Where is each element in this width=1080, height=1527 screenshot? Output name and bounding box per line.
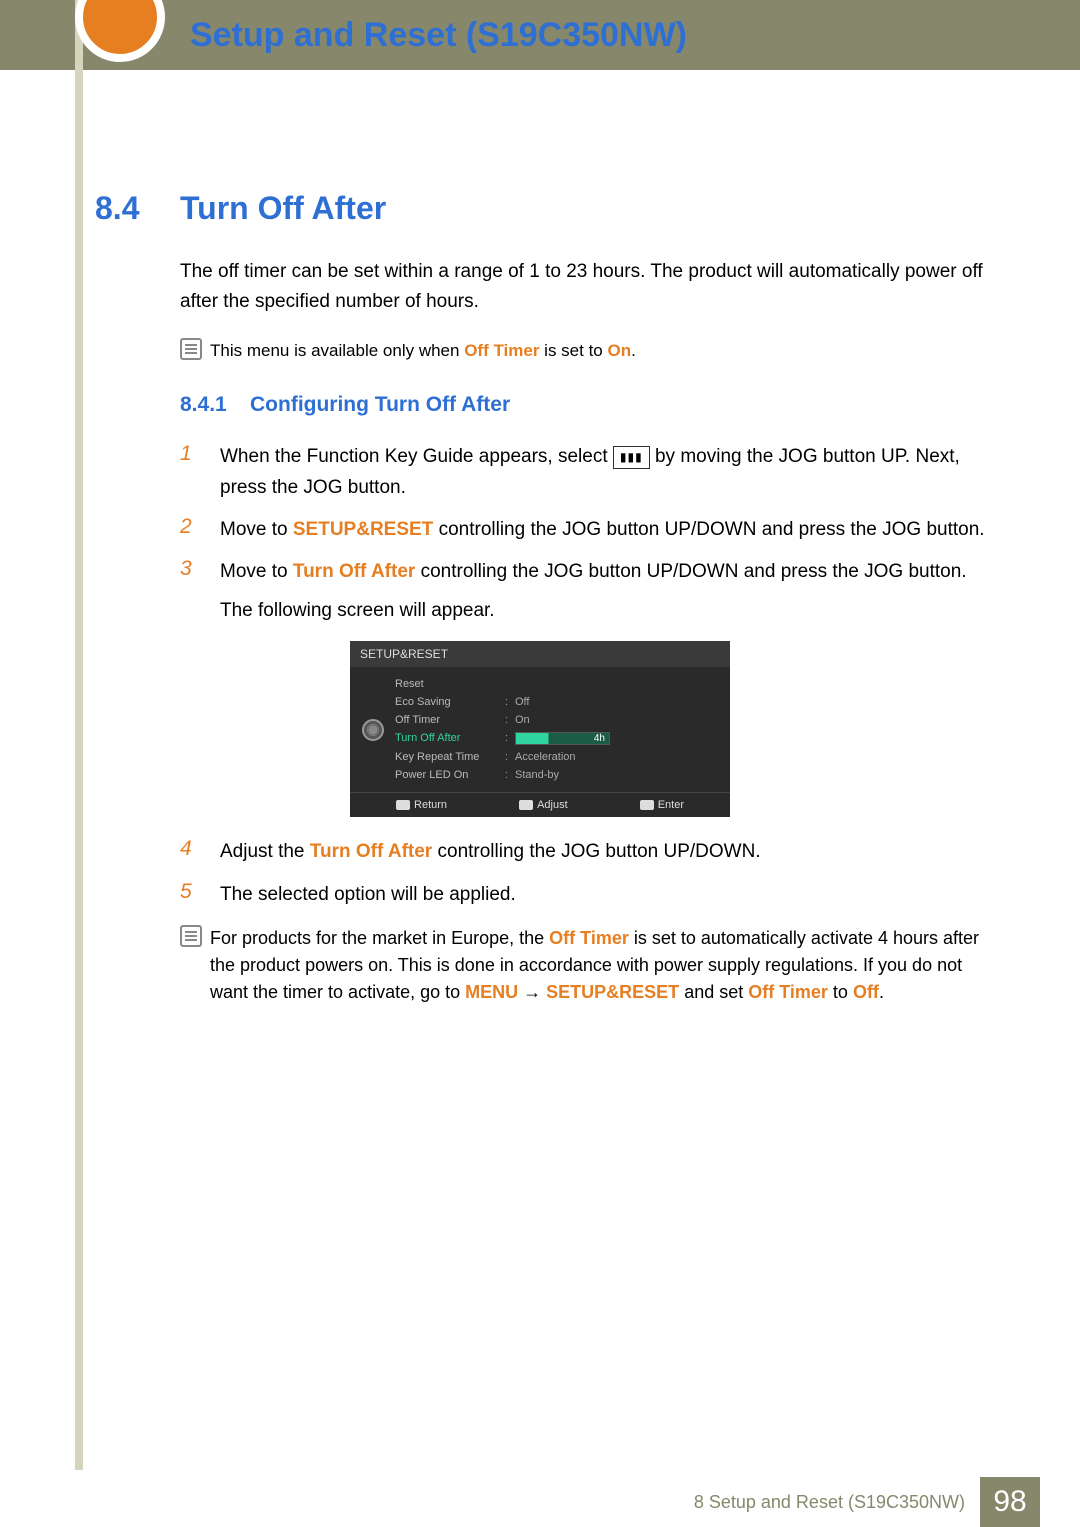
step-text: Adjust the Turn Off After controlling th… bbox=[220, 837, 761, 867]
osd-row-offtimer: Off Timer : On bbox=[395, 711, 730, 729]
osd-footer: Return Adjust Enter bbox=[350, 792, 730, 817]
footer-page-number: 98 bbox=[980, 1477, 1040, 1527]
top-bar: Setup and Reset (S19C350NW) bbox=[0, 0, 1080, 70]
note-text: For products for the market in Europe, t… bbox=[210, 925, 985, 1006]
section-heading: 8.4 Turn Off After bbox=[95, 190, 985, 227]
chapter-circle-icon bbox=[75, 0, 165, 62]
step-number: 1 bbox=[180, 442, 220, 466]
osd-items: Reset Eco Saving : Off Off Timer : On Tu… bbox=[395, 675, 730, 784]
step-text: Move to Turn Off After controlling the J… bbox=[220, 557, 967, 626]
menu-icon: ▮▮▮ bbox=[613, 446, 650, 469]
section-intro: The off timer can be set within a range … bbox=[180, 257, 985, 318]
step-text: When the Function Key Guide appears, sel… bbox=[220, 442, 985, 503]
page-footer: 8 Setup and Reset (S19C350NW) 98 bbox=[0, 1477, 1080, 1527]
return-icon bbox=[396, 800, 410, 810]
osd-row-keyrepeat: Key Repeat Time : Acceleration bbox=[395, 748, 730, 766]
subsection-number: 8.4.1 bbox=[180, 393, 250, 417]
note-block: This menu is available only when Off Tim… bbox=[180, 338, 985, 364]
note-icon bbox=[180, 925, 210, 947]
section-number: 8.4 bbox=[95, 190, 180, 227]
note-icon bbox=[180, 338, 210, 360]
page-title: Setup and Reset (S19C350NW) bbox=[190, 16, 687, 55]
step-4: 4 Adjust the Turn Off After controlling … bbox=[180, 837, 985, 867]
section-title: Turn Off After bbox=[180, 190, 386, 227]
side-accent-bar bbox=[75, 0, 83, 1470]
enter-icon bbox=[640, 800, 654, 810]
step-3: 3 Move to Turn Off After controlling the… bbox=[180, 557, 985, 626]
subsection-title: Configuring Turn Off After bbox=[250, 393, 510, 417]
step-number: 2 bbox=[180, 515, 220, 539]
osd-enter-button: Enter bbox=[640, 799, 684, 811]
content-area: 8.4 Turn Off After The off timer can be … bbox=[0, 190, 1080, 1006]
osd-gear-column bbox=[350, 675, 395, 784]
subsection-heading: 8.4.1 Configuring Turn Off After bbox=[180, 393, 985, 417]
osd-slider: 4h bbox=[515, 732, 610, 745]
osd-row-turnoffafter: Turn Off After : 4h bbox=[395, 729, 730, 748]
osd-row-eco: Eco Saving : Off bbox=[395, 693, 730, 711]
step-number: 5 bbox=[180, 880, 220, 904]
osd-body: Reset Eco Saving : Off Off Timer : On Tu… bbox=[350, 667, 730, 792]
osd-row-reset: Reset bbox=[395, 675, 730, 693]
osd-row-powerled: Power LED On : Stand-by bbox=[395, 766, 730, 784]
step-text: Move to SETUP&RESET controlling the JOG … bbox=[220, 515, 985, 545]
arrow-icon: → bbox=[518, 982, 546, 1002]
step-text: The selected option will be applied. bbox=[220, 880, 516, 910]
step-5: 5 The selected option will be applied. bbox=[180, 880, 985, 910]
step-1: 1 When the Function Key Guide appears, s… bbox=[180, 442, 985, 503]
step-number: 4 bbox=[180, 837, 220, 861]
step-number: 3 bbox=[180, 557, 220, 581]
osd-adjust-button: Adjust bbox=[519, 799, 568, 811]
adjust-icon bbox=[519, 800, 533, 810]
note-text: This menu is available only when Off Tim… bbox=[210, 338, 636, 364]
osd-screenshot: SETUP&RESET Reset Eco Saving : Off Off T… bbox=[350, 641, 730, 817]
step-2: 2 Move to SETUP&RESET controlling the JO… bbox=[180, 515, 985, 545]
gear-icon bbox=[362, 719, 384, 741]
footer-chapter-label: 8 Setup and Reset (S19C350NW) bbox=[694, 1492, 965, 1513]
osd-return-button: Return bbox=[396, 799, 447, 811]
note-block-2: For products for the market in Europe, t… bbox=[180, 925, 985, 1006]
osd-title: SETUP&RESET bbox=[350, 641, 730, 667]
